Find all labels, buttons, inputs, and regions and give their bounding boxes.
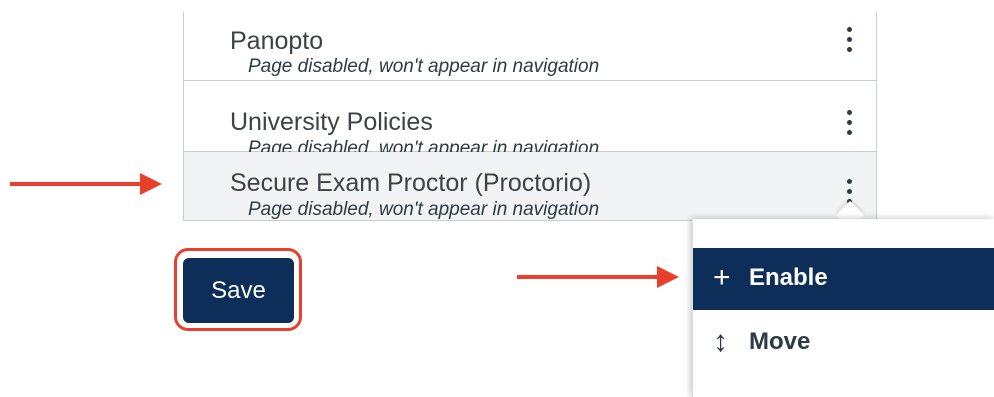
menu-item-label: Move [749, 328, 811, 355]
save-button[interactable]: Save [183, 258, 294, 323]
course-navigation-list: Panopto Page disabled, won't appear in n… [183, 12, 877, 221]
menu-caret-cover [832, 219, 868, 229]
nav-item-university-policies[interactable]: University Policies Page disabled, won't… [184, 81, 876, 159]
menu-item-move[interactable]: ↕ Move [693, 312, 994, 374]
kebab-menu-icon[interactable] [842, 110, 858, 138]
nav-item-title: University Policies [230, 108, 433, 136]
nav-item-status: Page disabled, won't appear in navigatio… [248, 56, 600, 77]
nav-item-panopto[interactable]: Panopto Page disabled, won't appear in n… [184, 12, 876, 81]
annotation-arrow-icon [10, 173, 162, 195]
nav-item-options-menu: + Enable ↕ Move [692, 219, 994, 397]
nav-item-title: Panopto [230, 27, 324, 55]
nav-item-secure-exam-proctor[interactable]: Secure Exam Proctor (Proctorio) Page dis… [184, 152, 876, 220]
kebab-menu-icon[interactable] [842, 27, 858, 55]
move-arrows-icon: ↕ [713, 325, 728, 358]
annotation-arrow-icon [517, 266, 679, 288]
nav-item-title: Secure Exam Proctor (Proctorio) [230, 169, 592, 197]
menu-item-label: Enable [749, 264, 828, 291]
screenshot-stage: Panopto Page disabled, won't appear in n… [0, 0, 994, 397]
plus-icon: + [713, 261, 731, 294]
nav-item-status: Page disabled, won't appear in navigatio… [248, 199, 600, 220]
menu-item-enable[interactable]: + Enable [693, 248, 994, 310]
